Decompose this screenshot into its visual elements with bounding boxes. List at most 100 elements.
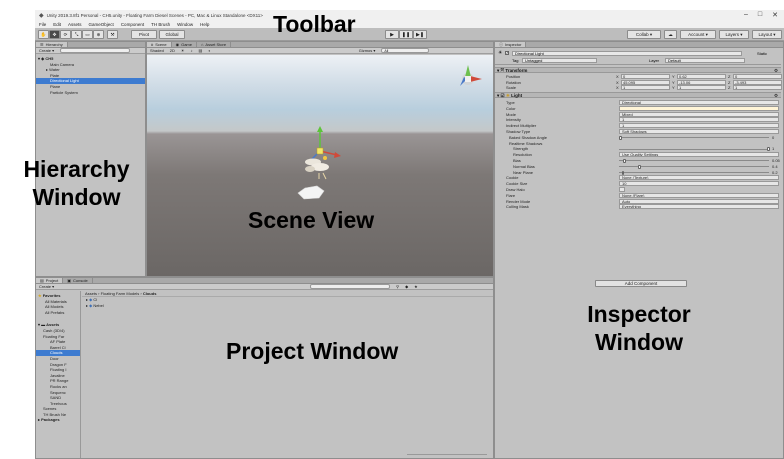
tab-inspector[interactable]: ⓘ Inspector bbox=[495, 42, 527, 47]
transform-y-field[interactable]: 0.62 bbox=[677, 74, 726, 80]
custom-tool-button[interactable]: ⚒ bbox=[107, 30, 118, 39]
transform-header[interactable]: ▾ ⤧ Transform ⚙ bbox=[495, 67, 781, 73]
property-field[interactable]: None (Flare) bbox=[619, 192, 779, 198]
menu-help[interactable]: Help bbox=[200, 22, 209, 27]
menu-file[interactable]: File bbox=[39, 22, 46, 27]
pause-button[interactable]: ❚❚ bbox=[399, 30, 413, 39]
step-button[interactable]: ▶❚ bbox=[413, 30, 427, 39]
audio-toggle-icon[interactable]: ♪ bbox=[191, 48, 193, 53]
transform-y-field[interactable]: -13.06 bbox=[677, 79, 726, 85]
component-settings-icon[interactable]: ⚙ bbox=[774, 93, 778, 99]
transform-y-field[interactable]: 1 bbox=[677, 85, 726, 91]
star-icon[interactable]: ★ bbox=[414, 284, 418, 289]
slider-value[interactable]: 0.4 bbox=[772, 164, 778, 170]
project-create-dropdown[interactable]: Create ▾ bbox=[39, 284, 54, 289]
create-dropdown[interactable]: Create ▾ bbox=[39, 48, 54, 53]
tab-asset-store[interactable]: ⌂ Asset Store bbox=[197, 42, 232, 47]
gizmos-dropdown[interactable]: Gizmos ▾ bbox=[359, 48, 376, 53]
menu-gameobject[interactable]: GameObject bbox=[89, 22, 114, 27]
tab-hierarchy[interactable]: ☰ Hierarchy bbox=[36, 42, 68, 47]
add-component-button[interactable]: Add Component bbox=[595, 280, 687, 287]
transform-z-field[interactable]: 1 bbox=[733, 85, 782, 91]
property-field[interactable]: 1 bbox=[619, 123, 779, 129]
property-field[interactable]: Directional bbox=[619, 100, 779, 105]
breadcrumb-clouds[interactable]: Clouds bbox=[143, 291, 157, 296]
layout-dropdown[interactable]: Layout ▾ bbox=[752, 30, 782, 39]
transform-x-field[interactable]: 0 bbox=[621, 74, 670, 80]
label-filter-icon[interactable]: ◆ bbox=[405, 284, 408, 289]
property-field[interactable]: Soft Shadows bbox=[619, 129, 779, 134]
slider-knob[interactable] bbox=[619, 135, 622, 140]
account-dropdown[interactable]: Account ▾ bbox=[680, 30, 716, 39]
transform-z-field[interactable]: 0 bbox=[733, 74, 782, 80]
tab-console[interactable]: ▣ Console bbox=[63, 278, 93, 283]
move-tool-button[interactable]: ✥ bbox=[49, 30, 60, 39]
hierarchy-item-particle-system[interactable]: Particle System bbox=[36, 90, 145, 96]
checkbox-active[interactable]: ✓ bbox=[505, 51, 509, 55]
hand-tool-button[interactable]: ✋ bbox=[38, 30, 49, 39]
collab-dropdown[interactable]: Collab ▾ bbox=[627, 30, 661, 39]
property-field[interactable] bbox=[619, 187, 625, 192]
property-slider[interactable] bbox=[619, 148, 769, 150]
lighting-toggle-icon[interactable]: ☀ bbox=[181, 48, 185, 53]
close-button[interactable]: ✕ bbox=[772, 11, 778, 19]
rotate-tool-button[interactable]: ⟳ bbox=[60, 30, 71, 39]
menu-component[interactable]: Component bbox=[121, 22, 144, 27]
slider-knob[interactable] bbox=[623, 159, 626, 163]
property-slider[interactable] bbox=[619, 166, 769, 168]
play-button[interactable]: ▶ bbox=[385, 30, 399, 39]
breadcrumb-floating-farm-models[interactable]: Floating Farm Models bbox=[101, 291, 140, 296]
property-field[interactable]: Use Quality Settings bbox=[619, 152, 779, 158]
effects-dropdown-icon[interactable]: ▤ bbox=[199, 48, 203, 53]
menu-assets[interactable]: Assets bbox=[68, 22, 82, 27]
tag-dropdown[interactable]: Untagged bbox=[522, 57, 597, 63]
tab-project[interactable]: ▤ Project bbox=[36, 278, 64, 283]
property-field[interactable]: None (Texture) bbox=[619, 175, 779, 181]
maximize-button[interactable]: □ bbox=[758, 11, 762, 19]
light-header[interactable]: ▾ ☑ ☀ Light ⚙ bbox=[495, 92, 781, 98]
slider-value[interactable]: 0.05 bbox=[772, 158, 780, 164]
scale-tool-button[interactable]: ⤡ bbox=[71, 30, 82, 39]
minimize-button[interactable]: – bbox=[744, 11, 748, 19]
breadcrumb-assets[interactable]: Assets bbox=[85, 291, 97, 296]
hidden-objects-icon[interactable]: ◐ bbox=[208, 48, 210, 53]
transform-z-field[interactable]: -3.493 bbox=[733, 79, 782, 85]
packages-root[interactable]: ▸ Packages bbox=[36, 417, 80, 423]
slider-value[interactable]: 1 bbox=[772, 146, 774, 152]
transform-tool-button[interactable]: ⊕ bbox=[93, 30, 104, 39]
hierarchy-search-input[interactable] bbox=[60, 48, 131, 53]
2d-toggle[interactable]: 2D bbox=[170, 48, 175, 53]
scene-search-input[interactable]: All bbox=[381, 48, 430, 53]
menu-window[interactable]: Window bbox=[177, 22, 193, 27]
tab-game[interactable]: ◉ Game bbox=[172, 42, 197, 47]
property-field[interactable]: Auto bbox=[619, 198, 779, 204]
orientation-gizmo[interactable] bbox=[460, 65, 482, 86]
property-field[interactable]: 10 bbox=[619, 181, 779, 187]
slider-value[interactable]: 0.2 bbox=[772, 170, 778, 176]
rect-tool-button[interactable]: ▭ bbox=[82, 30, 93, 39]
menu-edit[interactable]: Edit bbox=[53, 22, 61, 27]
property-slider[interactable] bbox=[619, 171, 769, 173]
tab-scene[interactable]: # Scene bbox=[147, 42, 172, 47]
layer-dropdown[interactable]: Default bbox=[665, 57, 745, 63]
global-toggle[interactable]: Global bbox=[159, 30, 185, 39]
property-slider[interactable] bbox=[619, 137, 769, 139]
transform-x-field[interactable]: 1 bbox=[621, 85, 670, 91]
filter-icon[interactable]: ⚲ bbox=[396, 284, 399, 289]
property-field[interactable]: 1 bbox=[619, 117, 779, 123]
transform-x-field[interactable]: 45.095 bbox=[621, 79, 670, 85]
static-toggle[interactable]: Static bbox=[757, 51, 767, 56]
property-field[interactable]: Mixed bbox=[619, 111, 779, 117]
property-slider[interactable] bbox=[619, 160, 769, 162]
slider-knob[interactable] bbox=[767, 147, 770, 152]
cloud-button[interactable]: ☁ bbox=[664, 30, 677, 39]
property-field[interactable] bbox=[619, 105, 779, 111]
project-search-input[interactable] bbox=[310, 284, 391, 289]
slider-value[interactable]: 0 bbox=[772, 135, 774, 141]
shading-mode-dropdown[interactable]: Shaded bbox=[150, 48, 164, 53]
property-field[interactable]: Everything bbox=[619, 204, 779, 210]
directional-light-gizmo[interactable] bbox=[305, 126, 341, 180]
asset-item[interactable]: ▸ ◆ Nebel bbox=[82, 303, 493, 309]
layers-dropdown[interactable]: Layers ▾ bbox=[719, 30, 749, 39]
pivot-toggle[interactable]: Pivot bbox=[131, 30, 157, 39]
